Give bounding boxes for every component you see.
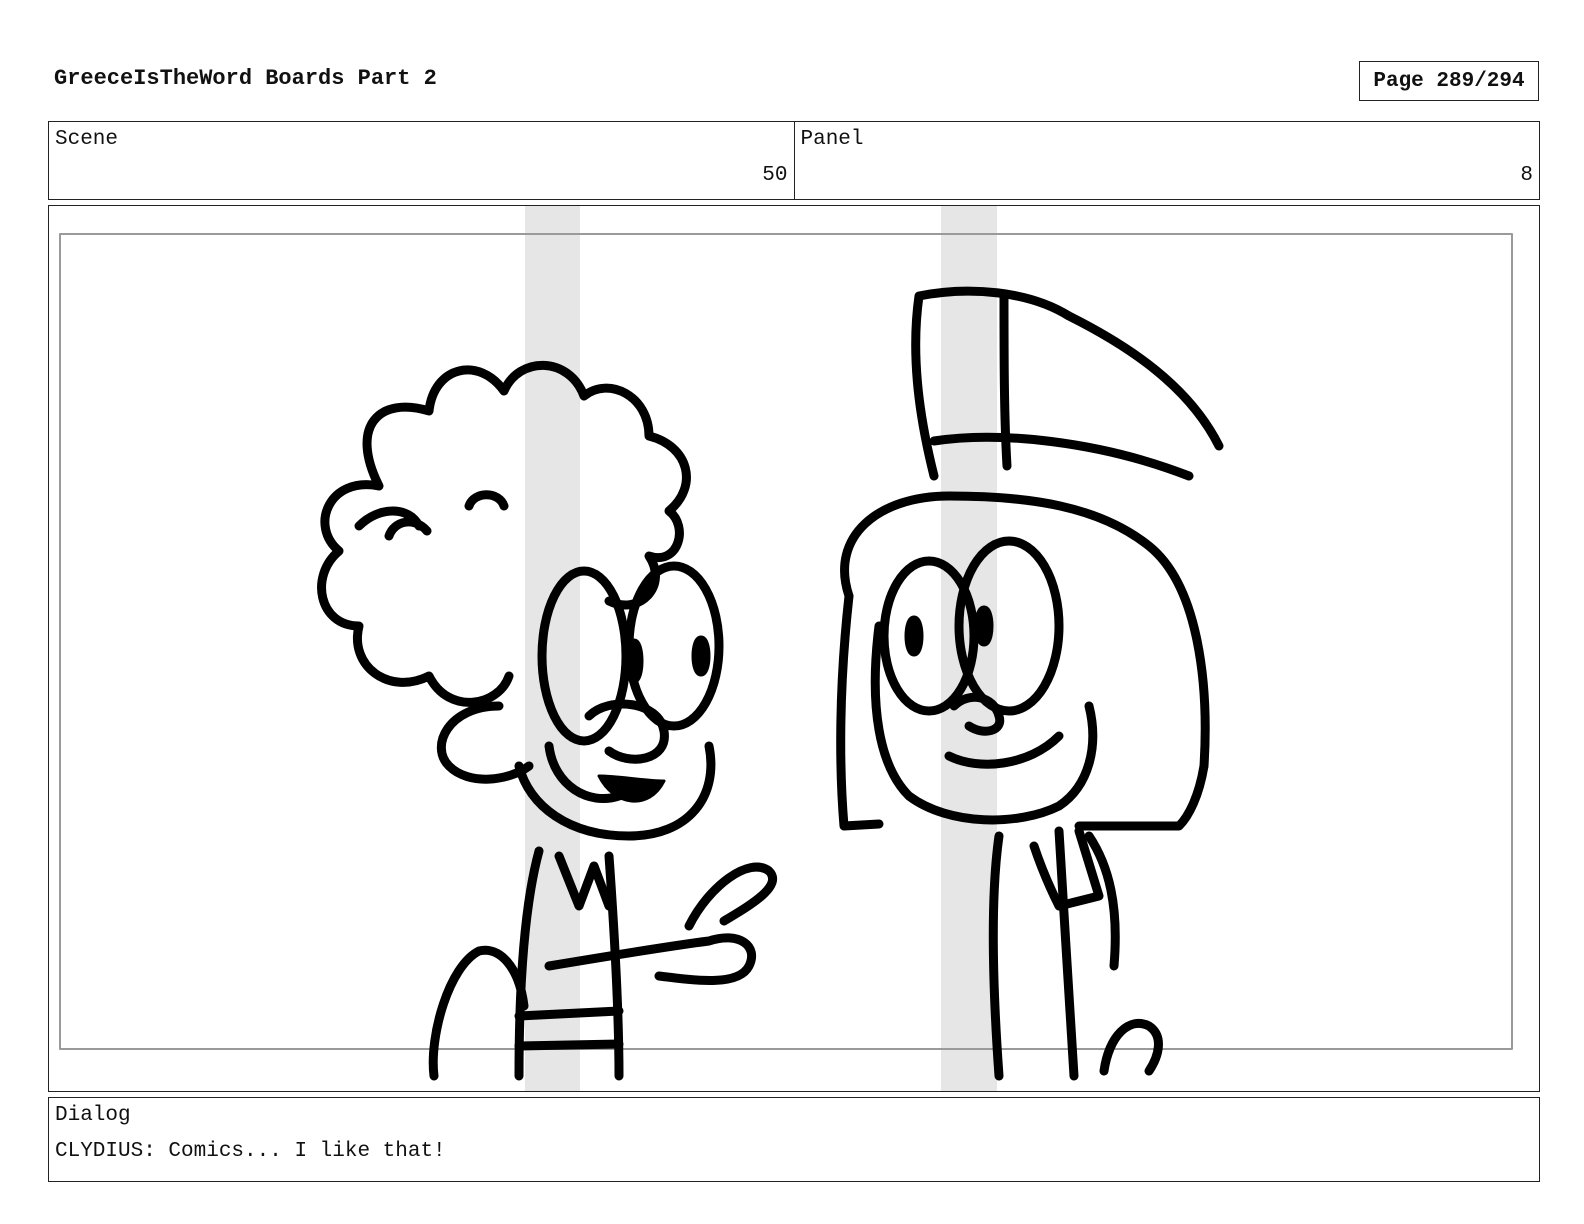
scene-label: Scene <box>55 128 119 151</box>
hand-right <box>1099 1018 1163 1076</box>
panel-cell: Panel 8 <box>793 122 1540 199</box>
dialog-label: Dialog <box>55 1104 131 1127</box>
left-pupil <box>624 638 644 684</box>
left-pupil <box>904 615 924 657</box>
right-pupil <box>691 635 711 677</box>
panel-value: 8 <box>1520 164 1533 187</box>
safe-area-guide <box>59 233 1513 1050</box>
neck-right <box>1054 826 1079 1081</box>
storyboard-drawing <box>59 206 1513 1091</box>
neck-left <box>988 831 1004 1081</box>
right-pupil <box>974 605 994 647</box>
dialog-box: Dialog CLYDIUS: Comics... I like that! <box>48 1097 1540 1182</box>
page-number: Page 289/294 <box>1373 69 1525 93</box>
dialog-text: CLYDIUS: Comics... I like that! <box>55 1140 446 1163</box>
helmet-cap <box>840 491 1210 771</box>
helmet-cheek-right <box>1074 761 1209 831</box>
scene-cell: Scene 50 <box>49 122 794 199</box>
page-number-box: Page 289/294 <box>1359 61 1539 101</box>
character-right <box>836 286 1224 1081</box>
arm-left <box>428 945 529 1081</box>
panel-label: Panel <box>800 128 864 151</box>
storyboard-frame <box>48 205 1540 1092</box>
scene-panel-info: Scene 50 Panel 8 <box>48 121 1540 200</box>
board-title: GreeceIsTheWord Boards Part 2 <box>54 66 437 91</box>
scene-value: 50 <box>762 164 788 187</box>
